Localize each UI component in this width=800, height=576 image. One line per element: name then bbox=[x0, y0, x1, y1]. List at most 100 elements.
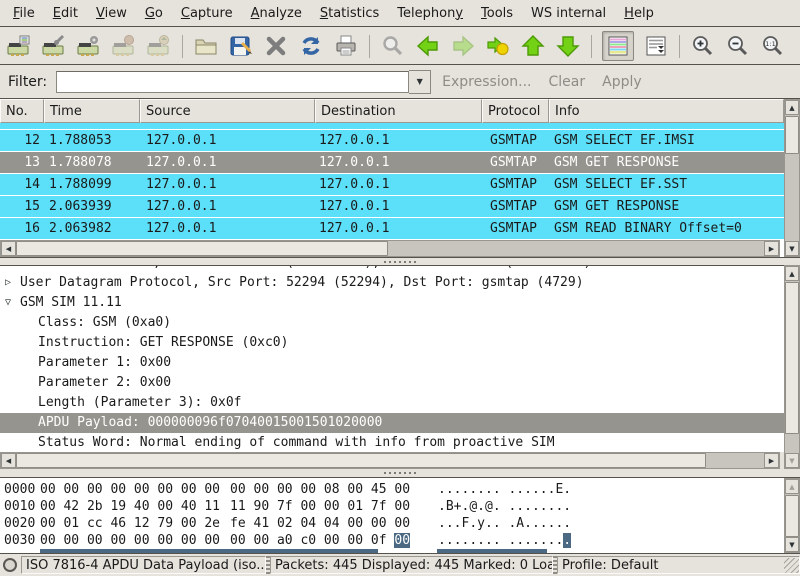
capture-restart-button[interactable] bbox=[146, 33, 172, 59]
capture-options-button[interactable] bbox=[41, 33, 67, 59]
list-interfaces-button[interactable] bbox=[6, 33, 32, 59]
packet-row[interactable]: 162.063982127.0.0.1127.0.0.1GSMTAPGSM RE… bbox=[0, 218, 784, 240]
expander-icon[interactable]: ▷ bbox=[5, 265, 19, 273]
capture-restart-icon bbox=[147, 34, 171, 58]
scroll-up-icon[interactable]: ▲ bbox=[785, 479, 799, 494]
column-header-no[interactable]: No. bbox=[0, 99, 44, 123]
selected-ascii-char[interactable]: . bbox=[563, 533, 571, 548]
filter-input[interactable] bbox=[56, 71, 409, 93]
pane-splitter[interactable] bbox=[0, 469, 800, 477]
go-forward-button[interactable] bbox=[450, 33, 476, 59]
hex-dump-pane: 000000 00 00 00 00 00 00 0000 00 00 00 0… bbox=[0, 477, 800, 554]
packet-row-selected[interactable]: 131.788078127.0.0.1127.0.0.1GSMTAPGSM GE… bbox=[0, 152, 784, 174]
packet-row[interactable]: 141.788099127.0.0.1127.0.0.1GSMTAPGSM SE… bbox=[0, 174, 784, 196]
print-button[interactable] bbox=[333, 33, 359, 59]
scrollbar-thumb[interactable] bbox=[785, 116, 799, 154]
hex-row[interactable]: 000000 00 00 00 00 00 00 0000 00 00 00 0… bbox=[0, 481, 800, 498]
scroll-up-icon[interactable]: ▲ bbox=[785, 266, 799, 281]
scrollbar-thumb[interactable] bbox=[785, 495, 799, 537]
packet-list-hscrollbar[interactable]: ◀ ▶ bbox=[0, 240, 780, 257]
hex-row[interactable]: 003000 00 00 00 00 00 00 0000 00 a0 c0 0… bbox=[0, 532, 800, 549]
filter-dropdown-button[interactable]: ▼ bbox=[409, 70, 431, 94]
menu-view[interactable]: View bbox=[87, 2, 136, 25]
column-header-protocol[interactable]: Protocol bbox=[482, 99, 549, 123]
main-toolbar: 1:1 ▼ bbox=[0, 28, 800, 64]
find-packet-button[interactable] bbox=[380, 33, 406, 59]
scroll-left-icon[interactable]: ◀ bbox=[1, 453, 16, 468]
scroll-down-icon[interactable]: ▼ bbox=[785, 241, 799, 256]
expert-info-icon[interactable] bbox=[3, 558, 17, 572]
zoom-normal-button[interactable]: 1:1 bbox=[760, 33, 786, 59]
packet-row[interactable]: 121.788053127.0.0.1127.0.0.1GSMTAPGSM SE… bbox=[0, 130, 784, 152]
capture-start-button[interactable] bbox=[76, 33, 102, 59]
file-save-button[interactable] bbox=[228, 33, 254, 59]
scrollbar-thumb[interactable] bbox=[16, 453, 706, 468]
hex-row[interactable]: 001000 42 2b 19 40 00 40 1111 90 7f 00 0… bbox=[0, 498, 800, 515]
menu-statistics[interactable]: Statistics bbox=[311, 2, 388, 25]
detail-line[interactable]: Parameter 2: 0x00 bbox=[0, 373, 800, 393]
menu-analyze[interactable]: Analyze bbox=[242, 2, 311, 25]
zoom-out-button[interactable] bbox=[725, 33, 751, 59]
status-field-info: ISO 7816-4 APDU Data Payload (iso... bbox=[21, 556, 266, 574]
scroll-right-icon[interactable]: ▶ bbox=[764, 241, 779, 256]
expander-icon[interactable]: ▽ bbox=[5, 293, 19, 313]
scroll-left-icon[interactable]: ◀ bbox=[1, 241, 16, 256]
packet-row[interactable]: 152.063939127.0.0.1127.0.0.1GSMTAPGSM GE… bbox=[0, 196, 784, 218]
go-first-button[interactable] bbox=[520, 33, 546, 59]
go-to-packet-button[interactable] bbox=[485, 33, 511, 59]
zoom-in-button[interactable] bbox=[690, 33, 716, 59]
detail-line-selected[interactable]: APDU Payload: 000000096f0704001500150102… bbox=[0, 413, 800, 433]
scrollbar-thumb[interactable] bbox=[785, 282, 799, 434]
list-interfaces-icon bbox=[7, 34, 31, 58]
capture-stop-button[interactable] bbox=[111, 33, 137, 59]
hex-vscrollbar[interactable]: ▲ ▼ bbox=[784, 478, 800, 553]
file-open-button[interactable] bbox=[193, 33, 219, 59]
pane-splitter[interactable] bbox=[0, 258, 800, 265]
packet-list-vscrollbar[interactable]: ▲ ▼ bbox=[784, 99, 800, 257]
apply-button[interactable]: Apply bbox=[602, 74, 642, 90]
expander-icon[interactable]: ▷ bbox=[5, 273, 19, 293]
detail-line[interactable]: Instruction: GET RESPONSE (0xc0) bbox=[0, 333, 800, 353]
detail-line[interactable]: Status Word: Normal ending of command wi… bbox=[0, 433, 800, 452]
menu-tools[interactable]: Tools bbox=[472, 2, 522, 25]
menu-ws-internal[interactable]: WS internal bbox=[522, 2, 615, 25]
detail-line[interactable]: Length (Parameter 3): 0x0f bbox=[0, 393, 800, 413]
column-header-info[interactable]: Info bbox=[549, 99, 784, 123]
details-hscrollbar[interactable]: ◀ ▶ bbox=[0, 452, 780, 469]
clear-button[interactable]: Clear bbox=[549, 74, 586, 90]
menu-capture[interactable]: Capture bbox=[172, 2, 242, 25]
resize-grip[interactable] bbox=[784, 558, 799, 573]
packet-row[interactable]: 111.787851127.0.0.1127.0.0.1GSMTAPGT bbox=[0, 123, 784, 130]
menu-edit[interactable]: Edit bbox=[44, 2, 87, 25]
menu-file[interactable]: File bbox=[4, 2, 44, 25]
scrollbar-thumb[interactable] bbox=[16, 241, 388, 256]
file-close-button[interactable] bbox=[263, 33, 289, 59]
hex-row[interactable]: 002000 01 cc 46 12 79 00 2efe 41 02 04 0… bbox=[0, 515, 800, 532]
print-icon bbox=[334, 34, 358, 58]
expression-button[interactable]: Expression... bbox=[442, 74, 531, 90]
scroll-right-icon[interactable]: ▶ bbox=[764, 453, 779, 468]
go-last-button[interactable] bbox=[555, 33, 581, 59]
auto-scroll-button[interactable] bbox=[643, 33, 669, 59]
status-packet-counts: Packets: 445 Displayed: 445 Marked: 0 Lo… bbox=[270, 556, 553, 574]
selected-hex-byte[interactable]: 00 bbox=[394, 533, 410, 548]
scroll-down-icon[interactable]: ▼ bbox=[785, 453, 799, 468]
column-header-time[interactable]: Time bbox=[44, 99, 140, 123]
go-back-button[interactable] bbox=[415, 33, 441, 59]
details-vscrollbar[interactable]: ▲ ▼ bbox=[784, 265, 800, 469]
column-header-source[interactable]: Source bbox=[140, 99, 315, 123]
detail-line[interactable]: Parameter 1: 0x00 bbox=[0, 353, 800, 373]
column-header-destination[interactable]: Destination bbox=[315, 99, 482, 123]
detail-line[interactable]: ▽GSM SIM 11.11 bbox=[0, 293, 800, 313]
scroll-up-icon[interactable]: ▲ bbox=[785, 100, 799, 115]
reload-button[interactable] bbox=[298, 33, 324, 59]
menu-help[interactable]: Help bbox=[615, 2, 663, 25]
capture-stop-icon bbox=[112, 34, 136, 58]
detail-line[interactable]: ▷Internet Protocol, Src: 127.0.0.1 (127.… bbox=[0, 265, 800, 273]
menu-go[interactable]: Go bbox=[136, 2, 172, 25]
menu-telephony[interactable]: Telephony bbox=[388, 2, 472, 25]
scroll-down-icon[interactable]: ▼ bbox=[785, 537, 799, 552]
detail-line[interactable]: Class: GSM (0xa0) bbox=[0, 313, 800, 333]
detail-line[interactable]: ▷User Datagram Protocol, Src Port: 52294… bbox=[0, 273, 800, 293]
colorize-button[interactable] bbox=[602, 31, 634, 61]
